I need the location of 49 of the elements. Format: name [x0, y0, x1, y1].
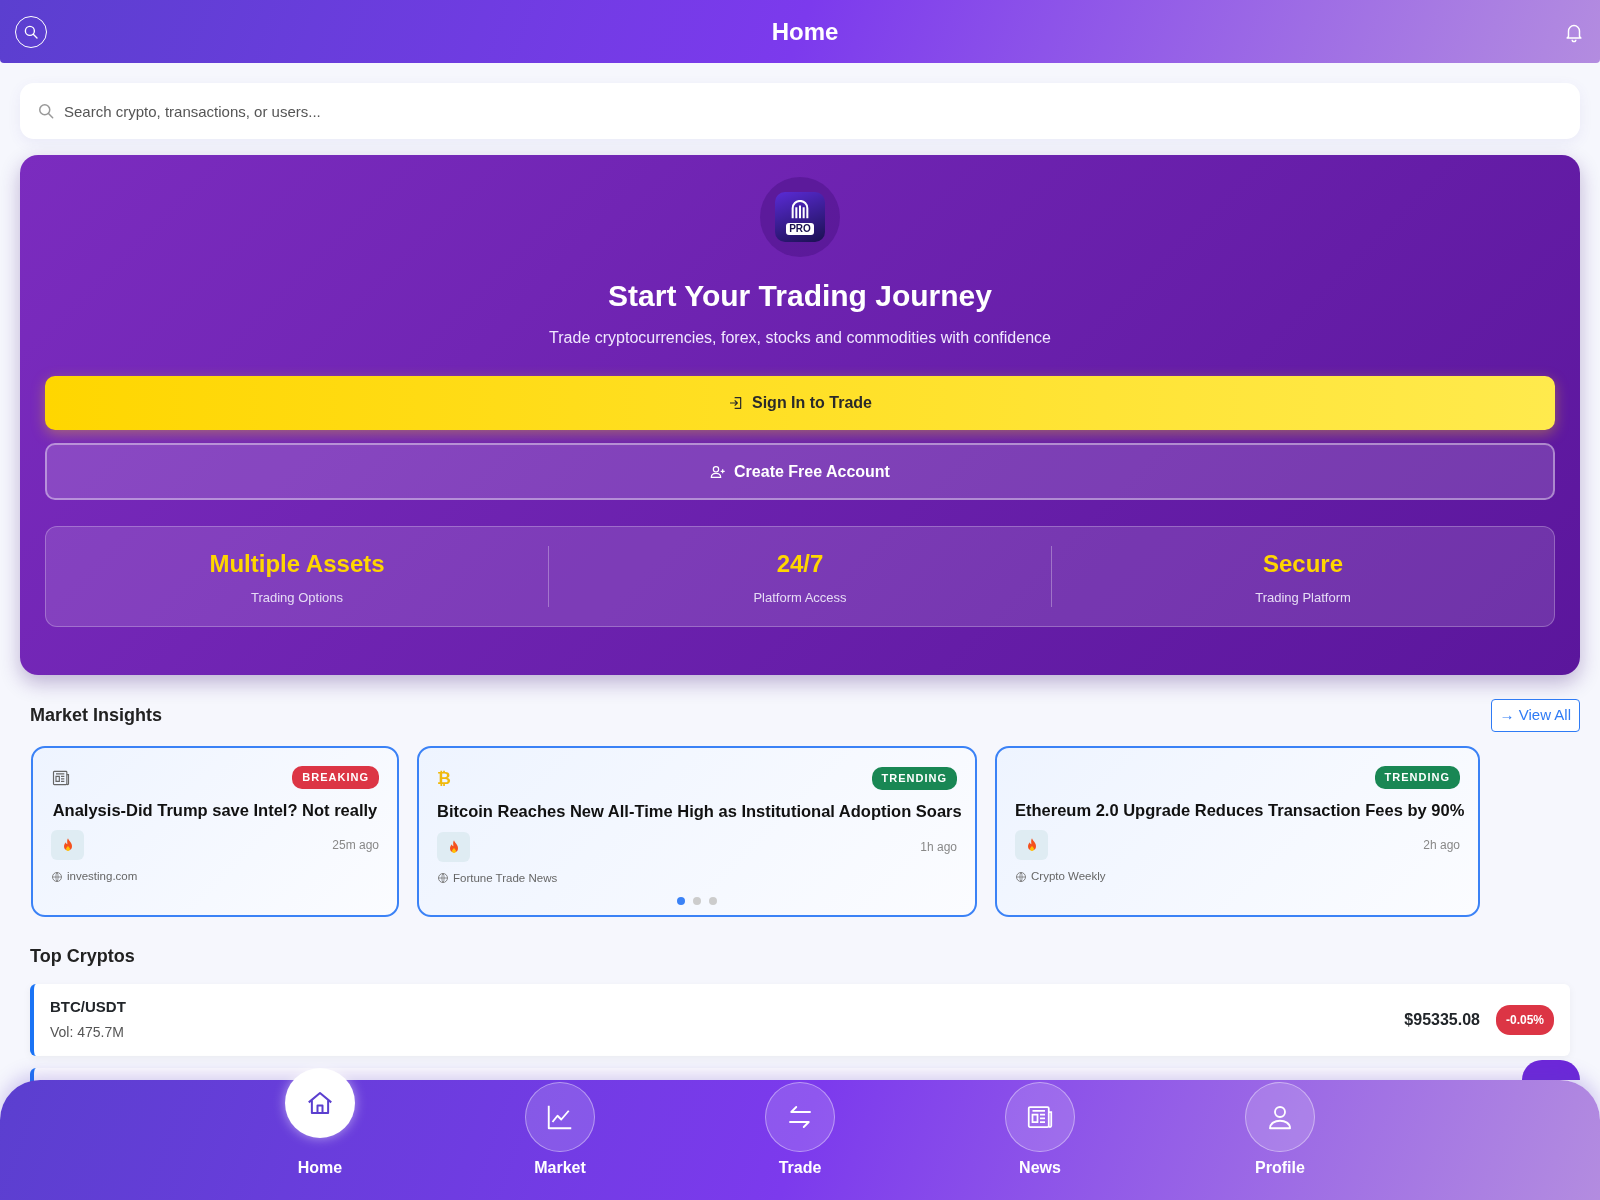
globe-icon — [51, 870, 63, 883]
news-title: Analysis-Did Trump save Intel? Not really — [51, 799, 379, 821]
logo-text: PRO — [786, 222, 814, 235]
stat-value: Secure — [1261, 548, 1345, 579]
nav-tab[interactable]: Home — [270, 1068, 370, 1180]
nav-tab[interactable]: News — [990, 1068, 1090, 1180]
globe-icon — [1015, 870, 1027, 883]
crypto-row[interactable]: BTC/USDT Vol: 475.7M $95335.08 -0.05% — [30, 983, 1570, 1056]
add-user-icon — [710, 463, 727, 480]
hero-title: Start Your Trading Journey — [607, 278, 993, 314]
news-tag: TRENDING — [871, 767, 957, 790]
nav-tab[interactable]: Profile — [1230, 1068, 1330, 1180]
search-field[interactable]: Search crypto, transactions, or users... — [20, 83, 1580, 139]
stat-value: 24/7 — [775, 548, 825, 579]
news-time: 25m ago — [332, 837, 379, 855]
news-time: 2h ago — [1423, 837, 1460, 855]
globe-icon — [437, 872, 449, 885]
sign-in-icon — [728, 395, 744, 411]
page-title: Home — [771, 16, 839, 47]
section-title: Market Insights — [30, 703, 163, 727]
news-tag: TRENDING — [1374, 766, 1460, 789]
nav-tab[interactable]: Trade — [750, 1068, 850, 1180]
carousel-dot[interactable] — [677, 896, 685, 905]
stat-label: Trading Options — [250, 588, 344, 607]
stat-label: Platform Access — [752, 588, 848, 607]
crypto-volume: Vol: 475.7M — [50, 1023, 125, 1043]
news-tag: BREAKING — [292, 766, 379, 789]
view-all-button[interactable]: → View All — [1490, 699, 1580, 732]
news-source: investing.com — [67, 869, 138, 885]
stat-label: Trading Platform — [1254, 588, 1352, 607]
stat-value: Multiple Assets — [208, 548, 386, 579]
bitcoin-icon: ₿ — [437, 765, 451, 791]
change-badge: -0.05% — [1495, 1004, 1554, 1035]
sign-in-button[interactable]: Sign In to Trade — [45, 376, 1555, 430]
news-card[interactable]: TRENDING Ethereum 2.0 Upgrade Reduces Transaction Fees by 90% 2h ago Crypto Weekly — [995, 745, 1480, 917]
news-card[interactable]: BREAKING Analysis-Did Trump save Intel? Not really 25m ago investing.com — [31, 745, 399, 917]
hero-subtitle: Trade cryptocurrencies, forex, stocks and commodities with confidence — [548, 328, 1052, 348]
chat-button[interactable] — [1522, 1060, 1580, 1080]
nav-tab[interactable]: Market — [510, 1068, 610, 1180]
news-source: Fortune Trade News — [453, 870, 558, 886]
carousel-dot[interactable] — [693, 896, 701, 905]
news-card[interactable]: ₿ TRENDING Bitcoin Reaches New All-Time High as Institutional Adoption Soars 1h ago Fortune Trade News — [417, 745, 977, 917]
crypto-price: $95335.08 — [1404, 1009, 1480, 1030]
section-title: Top Cryptos — [30, 944, 136, 968]
carousel-dot[interactable] — [709, 896, 717, 905]
news-time: 1h ago — [920, 838, 957, 856]
news-source: Crypto Weekly — [1031, 869, 1106, 885]
crypto-pair: BTC/USDT — [50, 996, 126, 1017]
create-account-button[interactable]: Create Free Account — [45, 443, 1555, 500]
